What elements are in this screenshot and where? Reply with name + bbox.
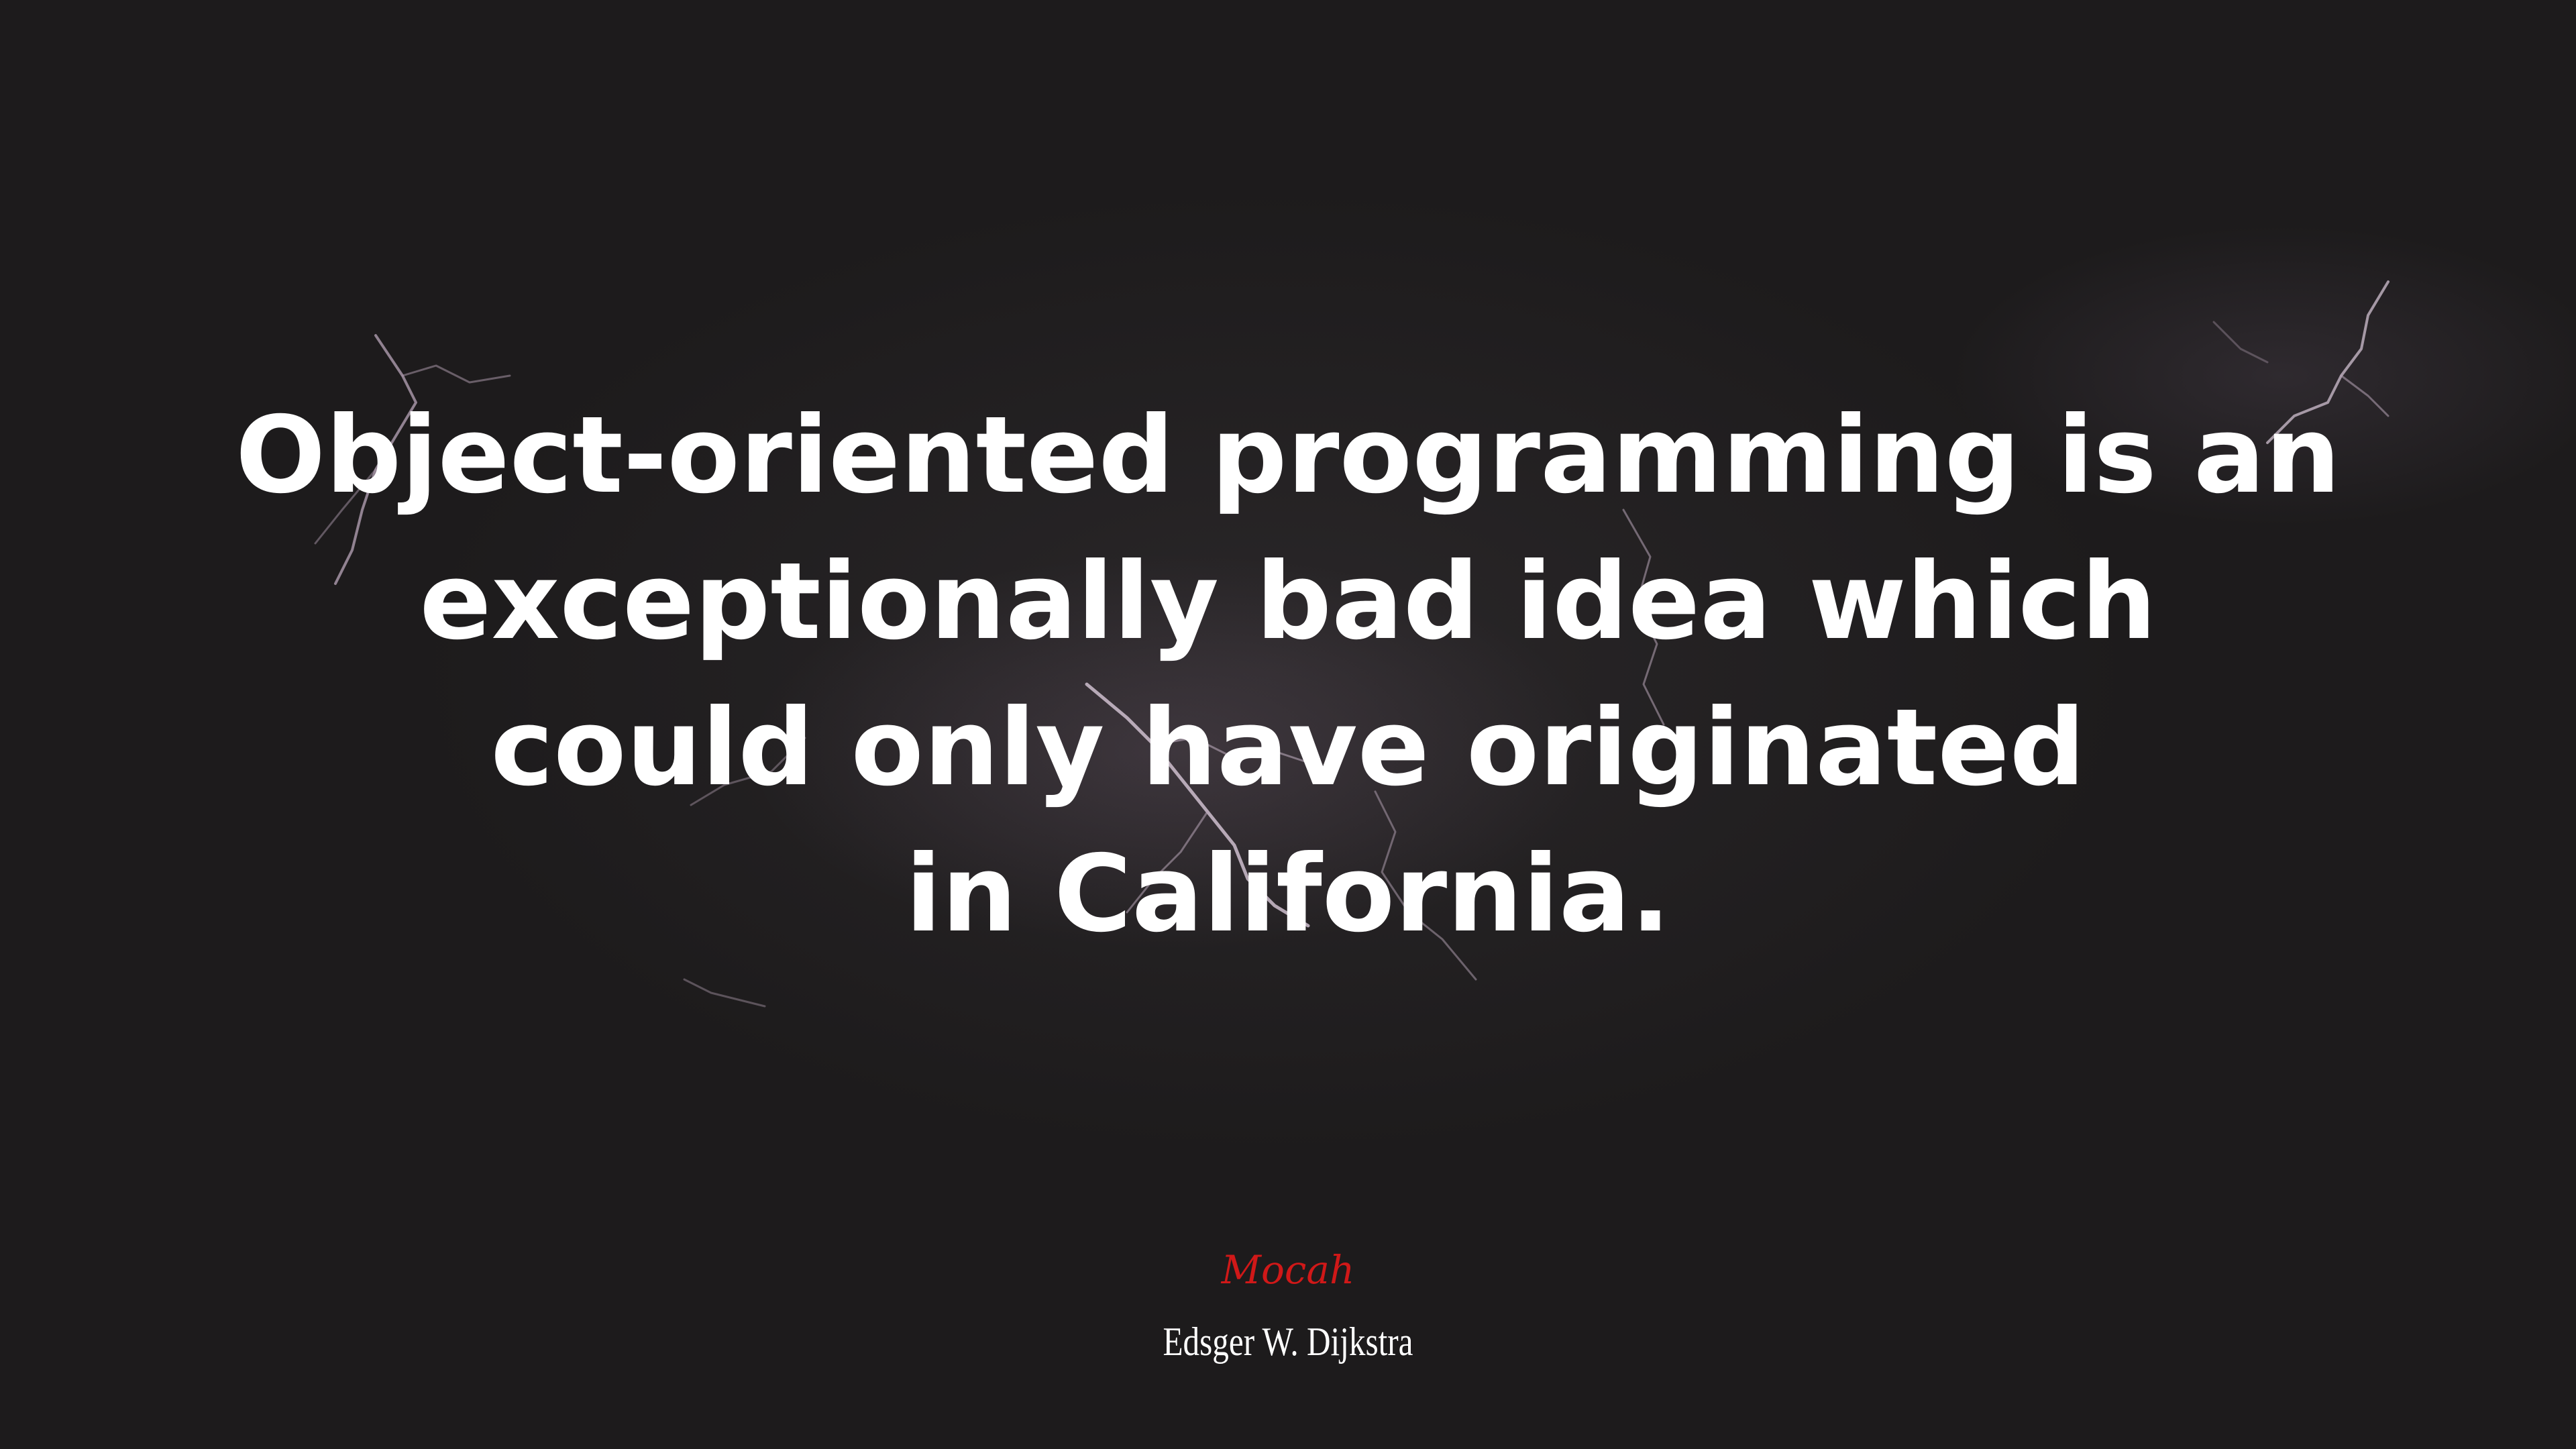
quote-line: could only have originated bbox=[490, 686, 2086, 810]
quote-line: in California. bbox=[905, 833, 1671, 956]
quote-line: Object-oriented programming is an bbox=[235, 394, 2341, 517]
wallpaper: Object-oriented programming is an except… bbox=[0, 0, 2576, 1449]
quote-text: Object-oriented programming is an except… bbox=[0, 382, 2576, 967]
quote-line: exceptionally bad idea which bbox=[419, 540, 2157, 663]
quote-author: Edsger W. Dijkstra bbox=[1163, 1320, 1413, 1364]
brand-logo: Mocah bbox=[1221, 1247, 1355, 1293]
